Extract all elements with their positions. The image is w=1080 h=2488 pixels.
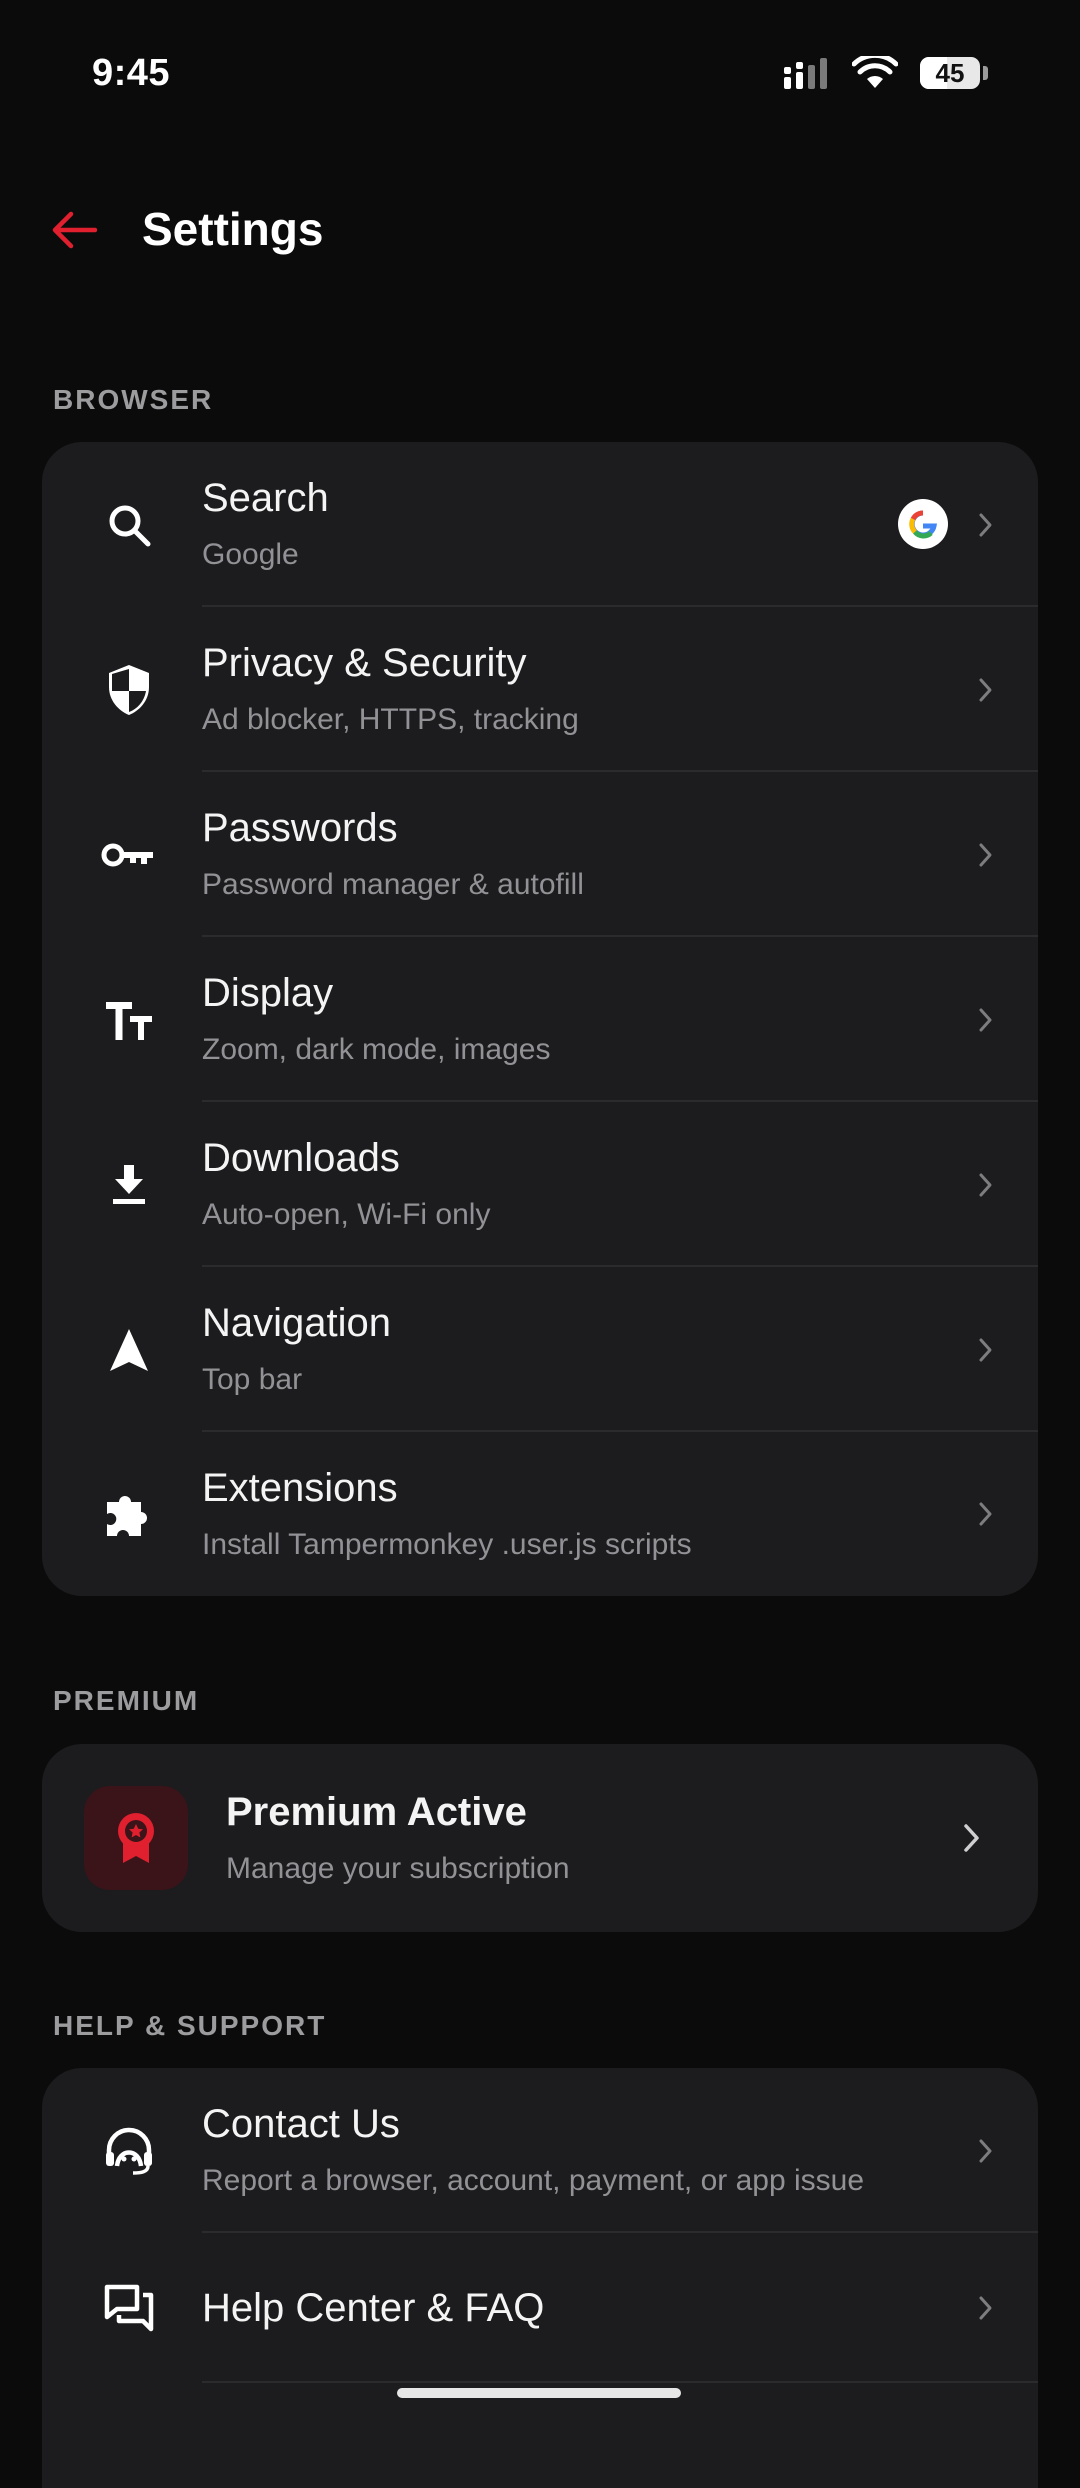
row-title: Downloads (202, 1136, 400, 1180)
chevron-right-icon (979, 513, 992, 536)
text-size-icon (96, 987, 162, 1053)
row-title: Display (202, 971, 334, 1015)
settings-row-contact-us[interactable]: Contact Us Report a browser, account, pa… (42, 2068, 1038, 2233)
download-icon (96, 1152, 162, 1218)
status-icons: 45 (784, 56, 988, 90)
row-subtitle: Top bar (202, 1363, 303, 1396)
status-time: 9:45 (92, 52, 171, 94)
award-badge-icon (84, 1786, 188, 1890)
shield-icon (96, 657, 162, 723)
row-subtitle: Zoom, dark mode, images (202, 1033, 551, 1066)
settings-row-navigation[interactable]: Navigation Top bar (42, 1267, 1038, 1432)
chevron-right-icon (979, 678, 992, 701)
row-subtitle: Auto-open, Wi-Fi only (202, 1198, 491, 1231)
row-title: Search (202, 476, 329, 520)
settings-row-passwords[interactable]: Passwords Password manager & autofill (42, 772, 1038, 937)
back-arrow-icon (52, 211, 97, 249)
row-subtitle: Ad blocker, HTTPS, tracking (202, 703, 579, 736)
settings-row-help-center-faq[interactable]: Help Center & FAQ (42, 2233, 1038, 2383)
navigation-arrow-icon (96, 1317, 162, 1383)
chevron-right-icon (979, 2139, 992, 2162)
wifi-icon (852, 56, 898, 88)
row-title: Privacy & Security (202, 641, 527, 685)
row-subtitle: Google (202, 538, 299, 571)
row-subtitle: Password manager & autofill (202, 868, 584, 901)
chevron-right-icon (979, 1173, 992, 1196)
status-bar: 9:45 45 (0, 0, 1080, 150)
chevron-right-icon (979, 1008, 992, 1031)
premium-card[interactable]: Premium Active Manage your subscription (42, 1744, 1038, 1932)
help-support-card: Contact Us Report a browser, account, pa… (42, 2068, 1038, 2488)
row-title: Help Center & FAQ (202, 2286, 545, 2330)
home-indicator[interactable] (397, 2388, 681, 2398)
row-subtitle: Install Tampermonkey .user.js scripts (202, 1528, 692, 1561)
row-title: Extensions (202, 1466, 398, 1510)
section-label-browser: BROWSER (53, 384, 214, 415)
premium-subtitle: Manage your subscription (226, 1852, 570, 1885)
row-title: Contact Us (202, 2102, 400, 2146)
google-logo-icon (898, 499, 948, 549)
search-icon (96, 492, 162, 558)
divider (202, 2381, 1038, 2383)
settings-row-downloads[interactable]: Downloads Auto-open, Wi-Fi only (42, 1102, 1038, 1267)
settings-row-search[interactable]: Search Google (42, 442, 1038, 607)
row-title: Passwords (202, 806, 398, 850)
row-subtitle: Report a browser, account, payment, or a… (202, 2164, 865, 2197)
battery-percentage: 45 (935, 57, 965, 88)
settings-row-privacy-security[interactable]: Privacy & Security Ad blocker, HTTPS, tr… (42, 607, 1038, 772)
chat-bubbles-icon (96, 2275, 162, 2341)
chevron-right-icon (979, 2296, 992, 2320)
chevron-right-icon (964, 1824, 979, 1852)
battery-indicator: 45 (920, 57, 988, 89)
back-button[interactable] (44, 200, 104, 260)
page-title: Settings (142, 203, 324, 255)
premium-title: Premium Active (226, 1790, 527, 1834)
chevron-right-icon (979, 843, 992, 866)
key-icon (96, 822, 162, 888)
row-title: Navigation (202, 1301, 392, 1345)
headset-icon (96, 2118, 162, 2184)
browser-settings-card: Search Google Privacy & Security Ad bloc… (42, 442, 1038, 1596)
chevron-right-icon (979, 1338, 992, 1361)
app-header: Settings (0, 170, 1080, 300)
chevron-right-icon (979, 1502, 992, 1526)
cellular-signal-icon (784, 58, 827, 89)
settings-row-extensions[interactable]: Extensions Install Tampermonkey .user.js… (42, 1432, 1038, 1596)
section-label-help-support: HELP & SUPPORT (53, 2010, 327, 2041)
settings-row-display[interactable]: Display Zoom, dark mode, images (42, 937, 1038, 1102)
puzzle-icon (96, 1481, 162, 1547)
section-label-premium: PREMIUM (53, 1685, 200, 1716)
